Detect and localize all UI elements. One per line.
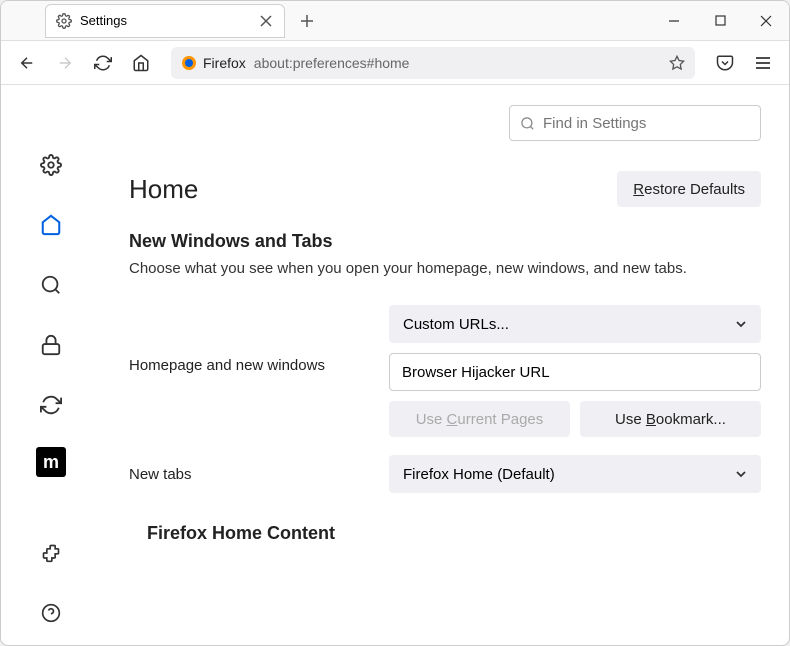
- browser-window: Settings: [0, 0, 790, 646]
- home-button[interactable]: [125, 47, 157, 79]
- identity-box[interactable]: Firefox: [181, 55, 246, 71]
- url-bar[interactable]: Firefox about:preferences#home: [171, 47, 695, 79]
- pocket-button[interactable]: [709, 47, 741, 79]
- gear-icon: [56, 13, 72, 29]
- sidebar-item-search[interactable]: [33, 267, 69, 303]
- use-current-pages-button[interactable]: Use Current Pages: [389, 401, 570, 437]
- titlebar: Settings: [1, 1, 789, 41]
- maximize-button[interactable]: [697, 1, 743, 41]
- settings-search-box[interactable]: [509, 105, 761, 141]
- browser-tab[interactable]: Settings: [45, 4, 285, 38]
- homepage-dropdown-value: Custom URLs...: [403, 316, 509, 333]
- url-text: about:preferences#home: [254, 55, 661, 71]
- settings-sidebar: m: [1, 85, 101, 645]
- sidebar-item-mozilla[interactable]: m: [36, 447, 66, 477]
- section-firefox-home-title: Firefox Home Content: [147, 523, 761, 544]
- homepage-url-input[interactable]: [389, 353, 761, 391]
- window-controls: [651, 1, 789, 41]
- back-button[interactable]: [11, 47, 43, 79]
- newtabs-dropdown[interactable]: Firefox Home (Default): [389, 455, 761, 493]
- sidebar-item-help[interactable]: [33, 595, 69, 631]
- close-tab-button[interactable]: [258, 13, 274, 29]
- minimize-button[interactable]: [651, 1, 697, 41]
- forward-button[interactable]: [49, 47, 81, 79]
- chevron-down-icon: [735, 318, 747, 330]
- firefox-icon: [181, 55, 197, 71]
- use-bookmark-button[interactable]: Use Bookmark...: [580, 401, 761, 437]
- sidebar-item-sync[interactable]: [33, 387, 69, 423]
- homepage-label: Homepage and new windows: [129, 305, 369, 374]
- sidebar-item-extensions[interactable]: [33, 535, 69, 571]
- tab-title: Settings: [80, 13, 250, 28]
- navigation-toolbar: Firefox about:preferences#home: [1, 41, 789, 85]
- homepage-dropdown[interactable]: Custom URLs...: [389, 305, 761, 343]
- restore-defaults-button[interactable]: Restore Defaults: [617, 171, 761, 207]
- sidebar-item-home[interactable]: [33, 207, 69, 243]
- sidebar-item-general[interactable]: [33, 147, 69, 183]
- reload-button[interactable]: [87, 47, 119, 79]
- close-window-button[interactable]: [743, 1, 789, 41]
- newtabs-label: New tabs: [129, 466, 369, 483]
- settings-main: Home Restore Defaults New Windows and Ta…: [101, 85, 789, 645]
- identity-label: Firefox: [203, 55, 246, 71]
- settings-search-input[interactable]: [543, 115, 750, 132]
- app-menu-button[interactable]: [747, 47, 779, 79]
- page-title: Home: [129, 174, 198, 205]
- search-icon: [520, 116, 535, 131]
- section-new-windows-title: New Windows and Tabs: [129, 231, 761, 252]
- content-area: m Home Restore Defaults: [1, 85, 789, 645]
- sidebar-item-privacy[interactable]: [33, 327, 69, 363]
- chevron-down-icon: [735, 468, 747, 480]
- bookmark-star-icon[interactable]: [669, 55, 685, 71]
- section-new-windows-description: Choose what you see when you open your h…: [129, 260, 761, 277]
- newtabs-dropdown-value: Firefox Home (Default): [403, 466, 555, 483]
- new-tab-button[interactable]: [293, 7, 321, 35]
